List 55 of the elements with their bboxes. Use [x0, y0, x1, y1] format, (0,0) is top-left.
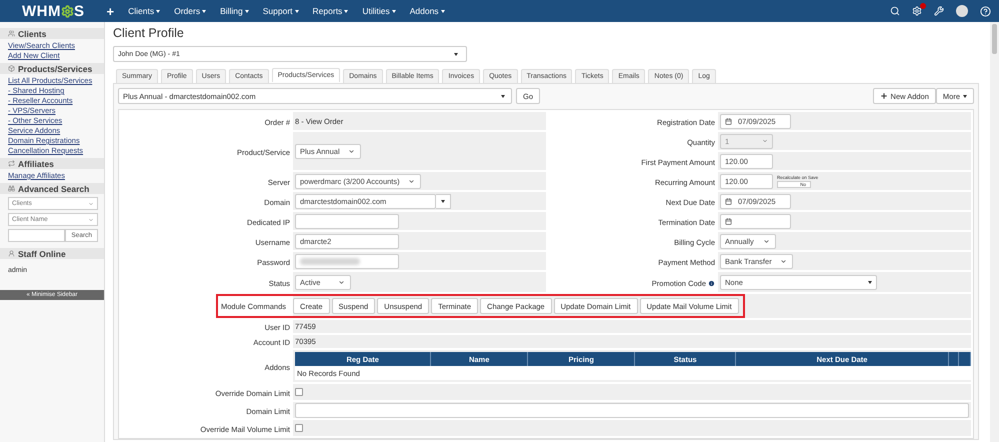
section-icon [8, 30, 15, 37]
nav-menu-item[interactable]: Support [262, 6, 299, 16]
spinner-icon [762, 138, 768, 144]
nav-menu-item[interactable]: Utilities [362, 6, 396, 16]
section-icon [8, 185, 15, 192]
dropdown-button[interactable] [436, 194, 451, 208]
caret-icon [454, 52, 458, 56]
help-icon[interactable] [980, 6, 991, 16]
sidebar-heading: Products/Services [18, 64, 92, 74]
nav-menu-item[interactable]: Billing [220, 6, 249, 16]
chevron-icon [408, 178, 415, 184]
add-button[interactable]: + [106, 4, 114, 18]
nav-menu-item[interactable]: Orders [174, 6, 206, 16]
sidebar-heading: Staff Online [18, 248, 66, 258]
input-field[interactable] [295, 402, 969, 418]
chevron-icon [88, 216, 94, 222]
date-field[interactable] [720, 214, 791, 228]
nav-menu-item[interactable]: Reports [312, 6, 348, 16]
caret-icon [441, 200, 445, 202]
section-icon [8, 250, 15, 257]
gear-icon [61, 4, 74, 18]
chevron-icon [763, 238, 770, 244]
checkbox[interactable] [295, 424, 303, 432]
calendar-icon [725, 218, 732, 224]
section-icon [8, 160, 15, 167]
chevron-icon [338, 278, 345, 286]
chevron-icon [88, 200, 94, 206]
chevron-icon [780, 258, 787, 264]
page-title: Client Profile [113, 26, 185, 40]
calendar-icon [725, 198, 732, 204]
password-field[interactable] [295, 254, 399, 268]
sidebar-heading: Affiliates [18, 158, 54, 168]
avatar-icon[interactable] [956, 5, 968, 17]
wrench-icon[interactable] [934, 6, 944, 16]
calendar-icon [725, 118, 732, 124]
logo-text: WHM [22, 2, 61, 20]
search-icon[interactable] [890, 6, 900, 16]
caret-icon [963, 94, 967, 98]
sidebar-heading: Advanced Search [18, 184, 90, 194]
column-header [949, 352, 960, 366]
input-field[interactable] [295, 214, 399, 228]
sidebar-heading: Clients [18, 28, 46, 38]
nav-menu-item[interactable]: Clients [128, 6, 160, 16]
caret-icon [501, 94, 505, 98]
scrollbar-thumb[interactable] [992, 24, 997, 54]
caret-icon [868, 280, 872, 284]
plus-icon [880, 92, 888, 100]
column-header [959, 352, 971, 366]
search-field[interactable] [8, 229, 66, 242]
logo-text: S [74, 2, 85, 20]
checkbox[interactable] [295, 388, 303, 396]
nav-menu-item[interactable]: Addons [410, 6, 445, 16]
section-icon [8, 65, 15, 72]
chevron-icon [348, 148, 355, 154]
notification-badge [920, 3, 926, 9]
